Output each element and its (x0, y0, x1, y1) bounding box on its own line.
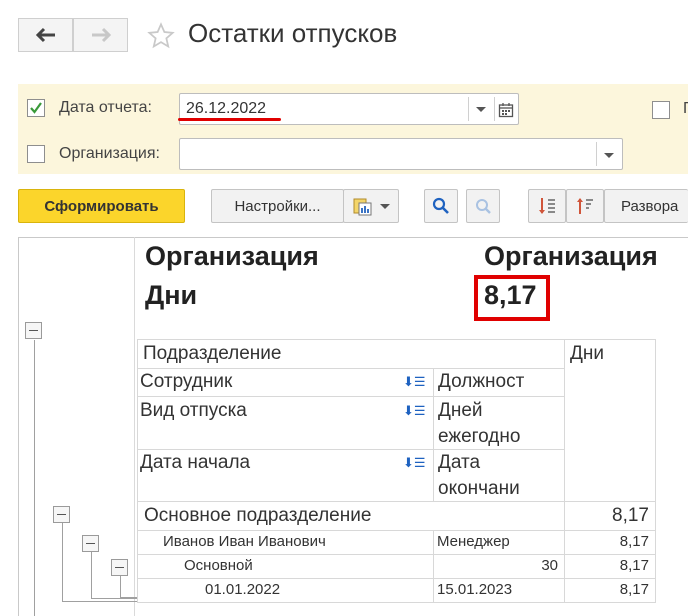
employee-name-cell[interactable]: Иванов Иван Иванович (163, 533, 326, 550)
collapse-department-icon[interactable] (53, 506, 70, 523)
column-header-employee: Сотрудник (140, 371, 233, 392)
expand-button[interactable]: Разворa (604, 189, 688, 223)
collapse-vacation-type-icon[interactable] (111, 559, 128, 576)
organization-label: Организация: (59, 145, 160, 162)
extra-checkbox-label: П (683, 100, 688, 118)
column-header-department: Подразделение (143, 343, 282, 364)
generate-button[interactable]: Сформировать (18, 189, 185, 223)
period-end-cell[interactable]: 15.01.2023 (437, 581, 512, 598)
total-highlight-box (474, 275, 550, 321)
settings-button[interactable]: Настройки... (211, 189, 344, 223)
back-button[interactable] (18, 18, 73, 52)
organization-field[interactable] (179, 138, 623, 170)
sort-descending-button[interactable] (566, 189, 604, 223)
department-days-cell[interactable]: 8,17 (612, 505, 649, 527)
report-date-checkbox[interactable] (27, 99, 45, 117)
extra-checkbox[interactable] (652, 101, 670, 119)
collapse-organization-icon[interactable] (25, 322, 42, 339)
chevron-down-icon (380, 203, 390, 209)
period-start-cell[interactable]: 01.01.2022 (205, 581, 280, 598)
search-next-button[interactable] (466, 189, 500, 223)
department-name-cell[interactable]: Основное подразделение (144, 505, 371, 527)
column-header-end-date-line1: Дата (438, 452, 481, 473)
column-header-start-date: Дата начала (140, 452, 251, 473)
check-icon (30, 102, 42, 114)
column-header-annual-days-line1: Дней (438, 400, 483, 421)
report-variant-icon (353, 198, 372, 216)
sort-ascending-button[interactable] (528, 189, 566, 223)
employee-days-cell[interactable]: 8,17 (620, 533, 649, 550)
sort-indicator-icon[interactable]: ⬇☰ (403, 455, 426, 471)
column-header-position: Должност (438, 371, 525, 392)
date-highlight-underline (178, 118, 281, 121)
period-days-cell[interactable]: 8,17 (620, 581, 649, 598)
forward-button[interactable] (73, 18, 128, 52)
vacation-type-days-cell[interactable]: 8,17 (620, 557, 649, 574)
report-header-organization-left: Организация (145, 241, 319, 271)
column-header-end-date-line2: окончани (438, 478, 520, 499)
search-icon (432, 197, 449, 214)
search-refresh-icon (476, 199, 491, 214)
organization-checkbox[interactable] (27, 145, 45, 163)
calendar-icon[interactable] (498, 102, 514, 118)
arrow-right-icon (91, 27, 111, 43)
variant-menu-button[interactable] (343, 189, 399, 223)
favorite-star-icon[interactable] (147, 22, 175, 55)
employee-position-cell[interactable]: Менеджер (437, 533, 510, 550)
sort-indicator-icon[interactable]: ⬇☰ (403, 374, 426, 390)
sort-ascending-icon (539, 198, 555, 214)
arrow-left-icon (35, 27, 55, 43)
column-header-annual-days-line2: ежегодно (438, 426, 521, 447)
report-header-days-left: Дни (145, 280, 198, 310)
chevron-down-icon[interactable] (604, 153, 614, 158)
vacation-type-cell[interactable]: Основной (184, 557, 253, 574)
vacation-annual-days-cell[interactable]: 30 (541, 557, 558, 574)
collapse-employee-icon[interactable] (82, 535, 99, 552)
chevron-down-icon[interactable] (476, 107, 486, 112)
report-date-value[interactable]: 26.12.2022 (186, 100, 266, 118)
window-title: Остатки отпусков (188, 18, 398, 48)
sort-indicator-icon[interactable]: ⬇☰ (403, 403, 426, 419)
column-header-vacation-type: Вид отпуска (140, 400, 247, 421)
report-header-organization-right: Организация (484, 241, 658, 271)
column-header-days: Дни (570, 343, 604, 364)
search-button[interactable] (424, 189, 458, 223)
sort-descending-icon (577, 198, 593, 214)
report-date-label: Дата отчета: (59, 99, 152, 116)
